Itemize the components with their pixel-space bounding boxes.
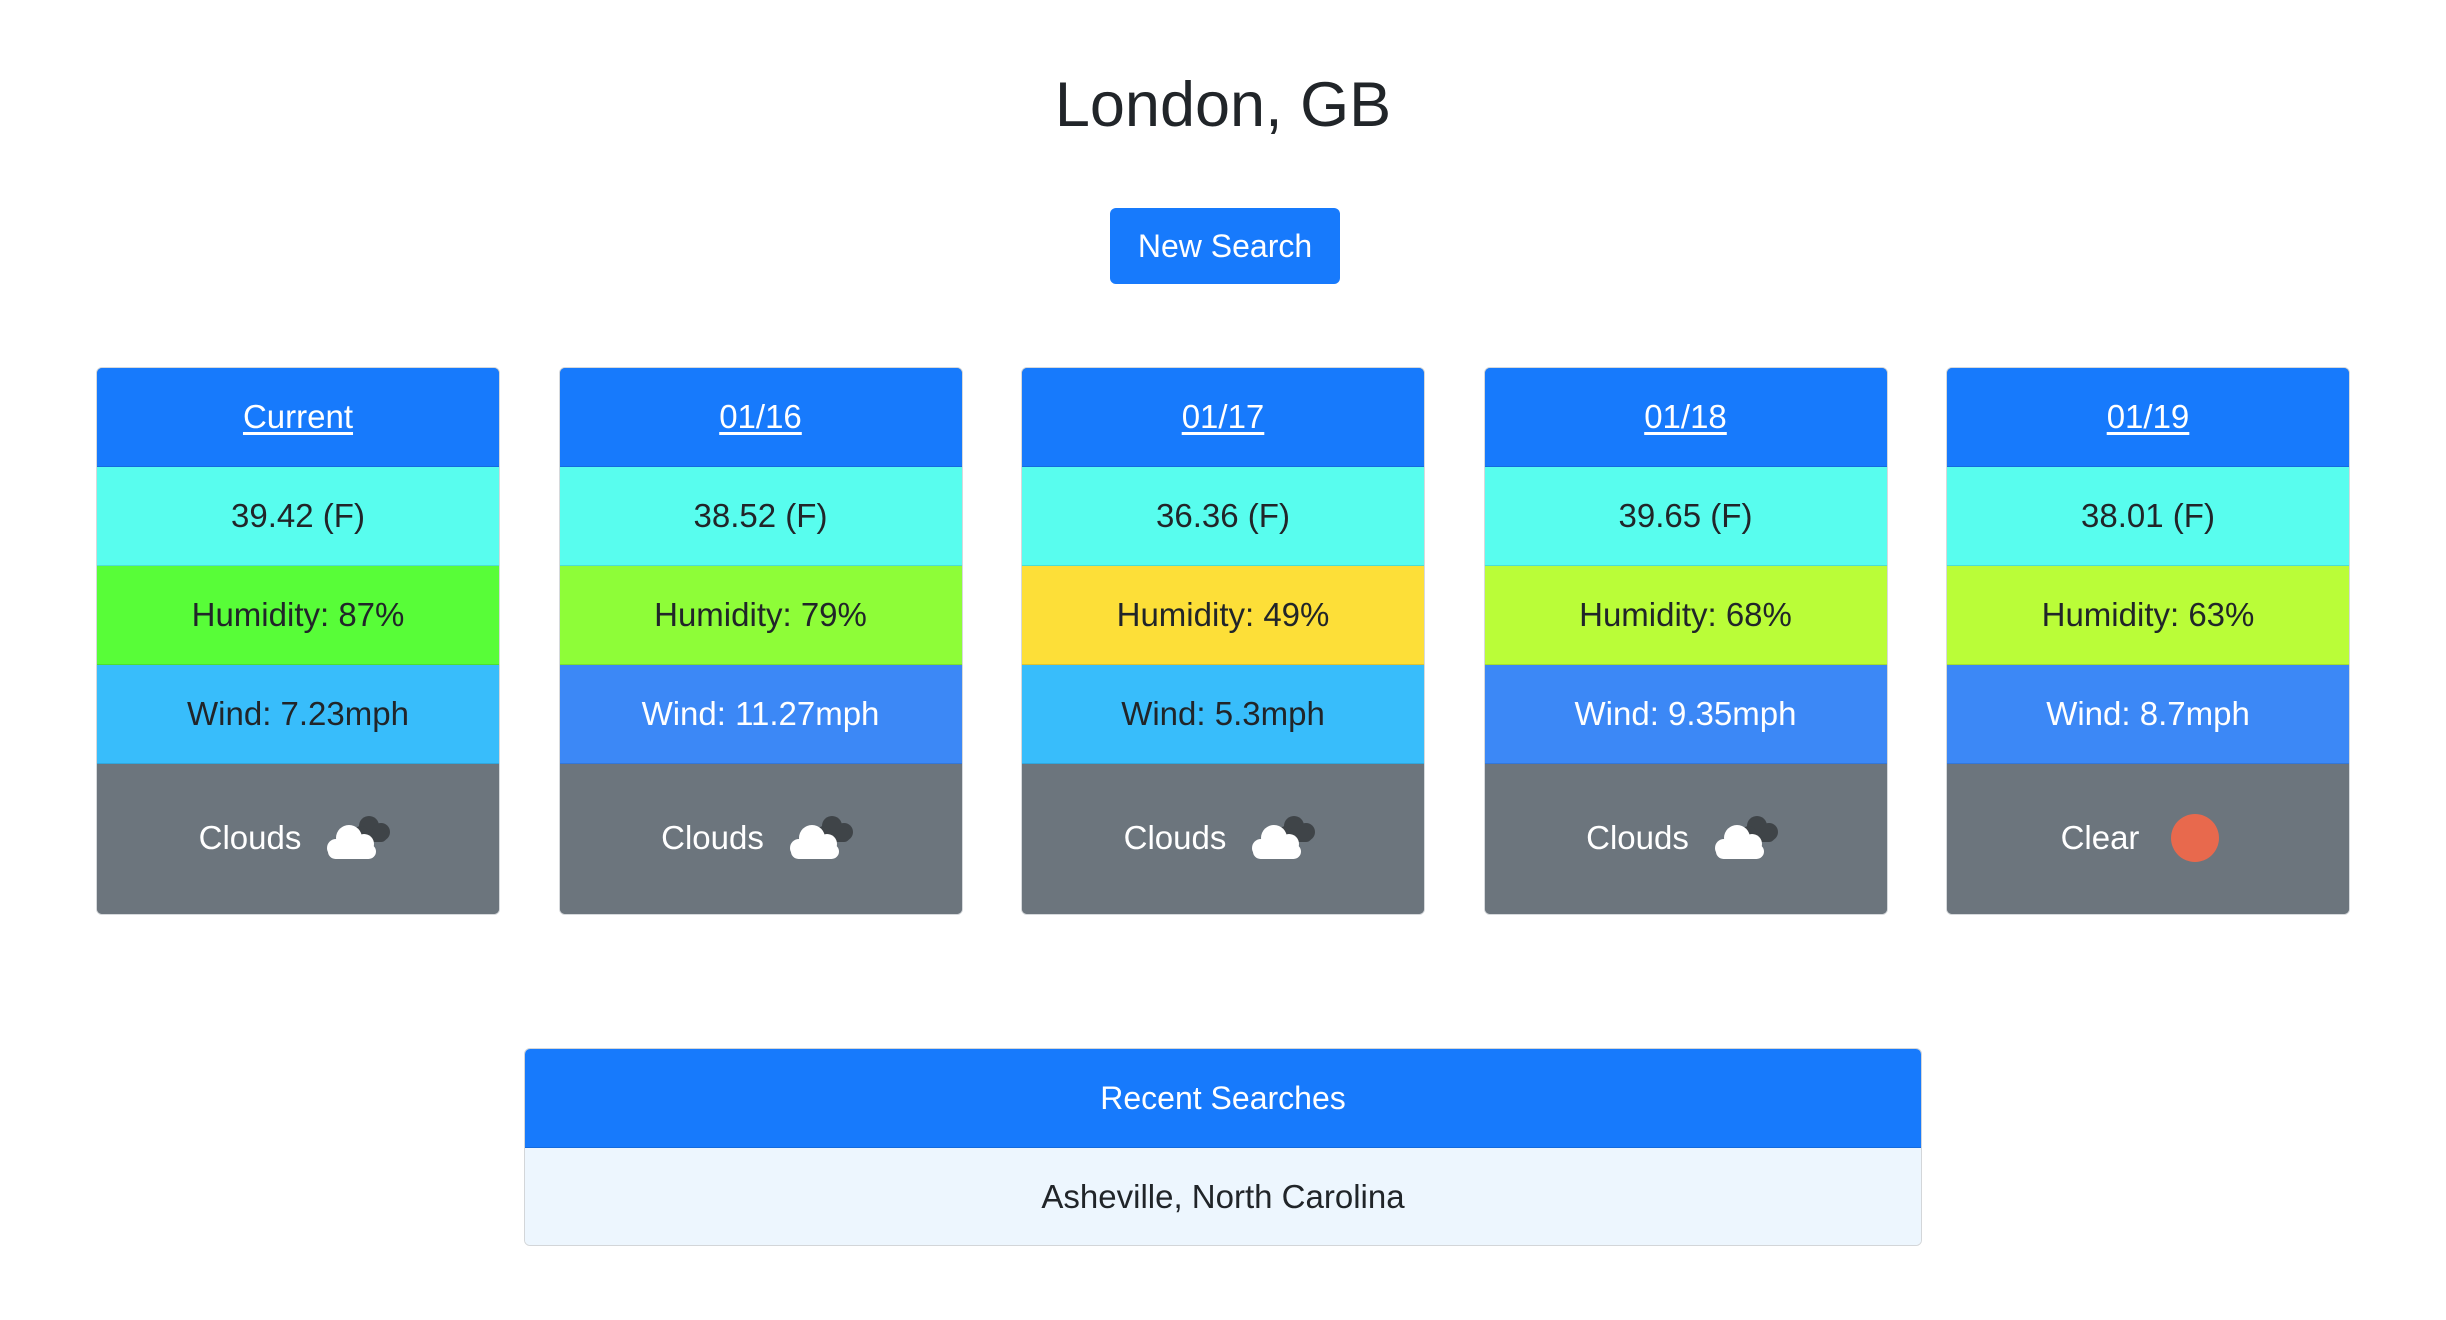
condition-label: Clear (2060, 819, 2140, 856)
condition: Clouds (97, 764, 499, 914)
day-link[interactable]: 01/16 (719, 398, 802, 436)
condition-label: Clouds (198, 819, 302, 856)
wind-speed: Wind: 9.35mph (1484, 665, 1887, 764)
card-header: 01/19 (1947, 368, 2349, 467)
forecast-card-current: Current 39.42 (F) Humidity: 87% Wind: 7.… (96, 367, 500, 915)
card-header: 01/18 (1484, 368, 1887, 467)
cloud-icon (1705, 806, 1785, 870)
temperature: 36.36 (F) (1022, 467, 1424, 566)
cloud-icon (1242, 806, 1322, 870)
humidity: Humidity: 63% (1947, 566, 2349, 665)
condition: Clear (1947, 764, 2349, 914)
recent-searches-title: Recent Searches (525, 1049, 1921, 1148)
temperature: 39.65 (F) (1484, 467, 1887, 566)
card-header: 01/17 (1022, 368, 1424, 467)
temperature: 38.52 (F) (559, 467, 962, 566)
forecast-card-01-17: 01/17 36.36 (F) Humidity: 49% Wind: 5.3m… (1021, 367, 1425, 915)
card-header: 01/16 (559, 368, 962, 467)
wind-speed: Wind: 7.23mph (97, 665, 499, 764)
humidity: Humidity: 87% (97, 566, 499, 665)
day-link[interactable]: Current (243, 398, 353, 436)
wind-speed: Wind: 8.7mph (1947, 665, 2349, 764)
recent-search-item[interactable]: Asheville, North Carolina (525, 1148, 1921, 1245)
condition: Clouds (1484, 764, 1887, 914)
forecast-card-01-19: 01/19 38.01 (F) Humidity: 63% Wind: 8.7m… (1946, 367, 2350, 915)
forecast-card-01-16: 01/16 38.52 (F) Humidity: 79% Wind: 11.2… (558, 367, 963, 915)
humidity: Humidity: 49% (1022, 566, 1424, 665)
condition-label: Clouds (1123, 819, 1227, 856)
condition-label: Clouds (661, 819, 764, 856)
temperature: 39.42 (F) (97, 467, 499, 566)
humidity: Humidity: 79% (559, 566, 962, 665)
condition: Clouds (1022, 764, 1424, 914)
sun-icon (2155, 806, 2235, 870)
day-link[interactable]: 01/18 (1644, 398, 1727, 436)
page-title: London, GB (1054, 70, 1392, 140)
recent-searches-panel: Recent Searches Asheville, North Carolin… (524, 1048, 1922, 1246)
humidity: Humidity: 68% (1484, 566, 1887, 665)
forecast-card-01-18: 01/18 39.65 (F) Humidity: 68% Wind: 9.35… (1483, 367, 1888, 915)
forecast-cards: Current 39.42 (F) Humidity: 87% Wind: 7.… (96, 367, 2350, 917)
day-link[interactable]: 01/19 (2107, 398, 2190, 436)
cloud-icon (780, 806, 860, 870)
condition: Clouds (559, 764, 962, 914)
wind-speed: Wind: 5.3mph (1022, 665, 1424, 764)
cloud-icon (317, 806, 397, 870)
card-header: Current (97, 368, 499, 467)
condition-label: Clouds (1586, 819, 1689, 856)
new-search-button[interactable]: New Search (1110, 208, 1340, 284)
wind-speed: Wind: 11.27mph (559, 665, 962, 764)
day-link[interactable]: 01/17 (1182, 398, 1265, 436)
temperature: 38.01 (F) (1947, 467, 2349, 566)
